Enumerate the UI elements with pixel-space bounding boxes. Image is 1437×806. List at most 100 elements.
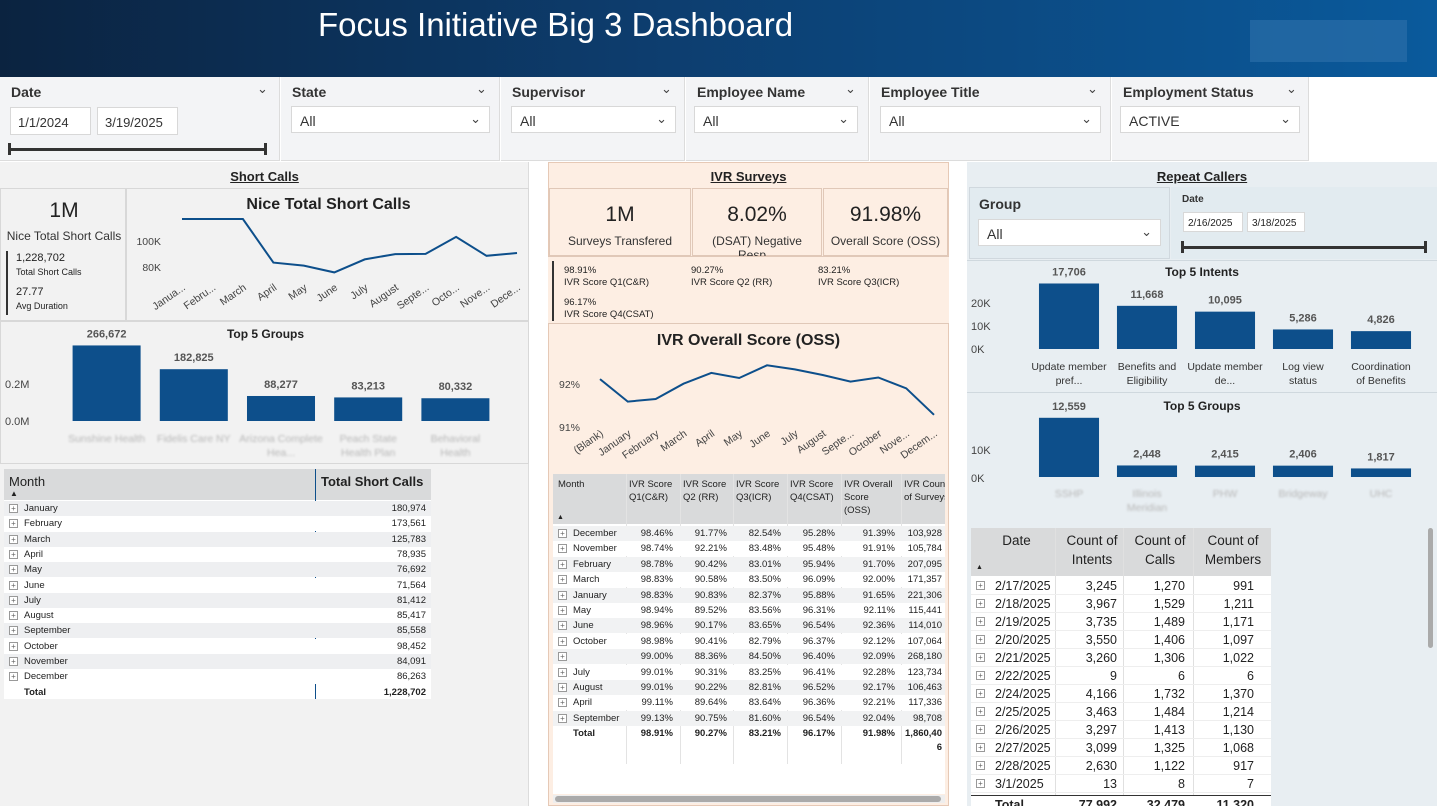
- table-row[interactable]: + December 98.46% 91.77% 82.54% 95.28% 91.39% 1…: [553, 526, 945, 541]
- employment-status-dropdown[interactable]: ACTIVE ⌄: [1120, 106, 1300, 133]
- expand-icon[interactable]: +: [9, 595, 18, 605]
- table-row[interactable]: +2/17/2025 3,245 1,270 991: [971, 577, 1271, 595]
- expand-icon[interactable]: +: [976, 743, 985, 752]
- expand-icon[interactable]: +: [976, 725, 985, 734]
- expand-icon[interactable]: +: [976, 617, 985, 626]
- table-row[interactable]: + May 98.94% 89.52% 83.56% 96.31% 92.11% 115,44…: [553, 603, 945, 618]
- expand-icon[interactable]: +: [9, 641, 18, 651]
- expand-icon[interactable]: +: [558, 544, 567, 554]
- scrollbar-thumb[interactable]: [555, 796, 941, 802]
- date-start-input[interactable]: 1/1/2024: [10, 107, 91, 135]
- column-header[interactable]: IVR Score Q2 (RR): [683, 478, 735, 504]
- sort-asc-icon[interactable]: ▲: [976, 564, 983, 571]
- expand-icon[interactable]: +: [558, 529, 567, 538]
- column-header[interactable]: IVR Score Q3(ICR): [736, 478, 788, 504]
- table-row[interactable]: + July 81,412: [4, 592, 431, 608]
- table-row[interactable]: + September 99.13% 90.75% 81.60% 96.54% 92.04%…: [553, 710, 945, 726]
- chevron-down-icon[interactable]: ⌄: [1087, 81, 1098, 97]
- slider-handle-start[interactable]: [8, 143, 11, 155]
- date-end-input[interactable]: 3/18/2025: [1247, 212, 1305, 232]
- table-row[interactable]: + August 85,417: [4, 608, 431, 624]
- group-dropdown[interactable]: All ⌄: [978, 219, 1161, 246]
- slider-handle-end[interactable]: [1424, 241, 1427, 253]
- chevron-down-icon[interactable]: ⌄: [661, 81, 672, 97]
- sort-asc-icon[interactable]: ▲: [10, 489, 18, 498]
- expand-icon[interactable]: +: [976, 779, 985, 788]
- table-row[interactable]: +2/24/2025 4,166 1,732 1,370: [971, 685, 1271, 703]
- chevron-down-icon[interactable]: ⌄: [257, 81, 268, 97]
- expand-icon[interactable]: +: [9, 672, 18, 682]
- table-row[interactable]: + May 76,692: [4, 562, 431, 578]
- date-range-slider[interactable]: [9, 148, 267, 151]
- column-header[interactable]: IVR Score Q4(CSAT): [790, 478, 842, 504]
- expand-icon[interactable]: +: [9, 504, 18, 513]
- column-header[interactable]: Count of Calls: [1125, 531, 1195, 569]
- employment-status-slicer[interactable]: Employment Status ⌄ ACTIVE ⌄: [1112, 77, 1309, 161]
- date-range-slider[interactable]: [1182, 246, 1427, 249]
- expand-icon[interactable]: +: [976, 671, 985, 680]
- expand-icon[interactable]: +: [558, 667, 567, 677]
- expand-icon[interactable]: +: [9, 565, 18, 575]
- horizontal-scrollbar[interactable]: [553, 795, 945, 803]
- table-row[interactable]: + February 173,561: [4, 516, 431, 532]
- date-end-input[interactable]: 3/19/2025: [97, 107, 178, 135]
- short-calls-table[interactable]: Month ▲ Total Short Calls + January 180,97…: [4, 469, 431, 699]
- column-header[interactable]: Count of Members: [1195, 531, 1271, 569]
- expand-icon[interactable]: +: [976, 581, 985, 590]
- expand-icon[interactable]: +: [9, 549, 18, 559]
- repeat-callers-table[interactable]: Date Count of Intents Count of Calls Count …: [971, 528, 1271, 806]
- table-row[interactable]: + November 98.74% 92.21% 83.48% 95.48% 91.91% 1…: [553, 541, 945, 557]
- expand-icon[interactable]: +: [558, 636, 567, 646]
- scrollbar-thumb[interactable]: [1428, 528, 1433, 648]
- table-row[interactable]: +2/27/2025 3,099 1,325 1,068: [971, 739, 1271, 757]
- column-header[interactable]: Count of Intents: [1057, 531, 1127, 569]
- expand-icon[interactable]: +: [976, 635, 985, 644]
- column-header[interactable]: IVR Score Q1(C&R): [629, 478, 681, 504]
- table-row[interactable]: + February 98.78% 90.42% 83.01% 95.94% 91.70% 2…: [553, 556, 945, 572]
- expand-icon[interactable]: +: [9, 519, 18, 529]
- slider-handle-start[interactable]: [1181, 241, 1184, 253]
- expand-icon[interactable]: +: [558, 652, 567, 662]
- table-row[interactable]: +2/22/2025 9 6 6: [971, 667, 1271, 685]
- expand-icon[interactable]: +: [558, 683, 567, 692]
- table-row[interactable]: + January 180,974: [4, 501, 431, 516]
- expand-icon[interactable]: +: [558, 590, 567, 600]
- expand-icon[interactable]: +: [976, 653, 985, 662]
- supervisor-dropdown[interactable]: All ⌄: [511, 106, 676, 133]
- expand-icon[interactable]: +: [558, 621, 567, 631]
- table-row[interactable]: + March 125,783: [4, 531, 431, 547]
- table-row[interactable]: + March 98.83% 90.58% 83.50% 96.09% 92.00% 171,…: [553, 572, 945, 588]
- expand-icon[interactable]: +: [9, 580, 18, 590]
- table-row[interactable]: + August 99.01% 90.22% 82.81% 96.52% 92.17% 106…: [553, 680, 945, 695]
- ivr-table[interactable]: Month IVR Score Q1(C&R) IVR Score Q2 (RR) I…: [553, 474, 945, 794]
- employee-name-dropdown[interactable]: All ⌄: [694, 106, 858, 133]
- table-row[interactable]: +2/25/2025 3,463 1,484 1,214: [971, 703, 1271, 721]
- group-slicer[interactable]: Group All ⌄: [969, 187, 1170, 259]
- table-row[interactable]: + June 98.96% 90.17% 83.65% 96.54% 92.36% 114,0…: [553, 618, 945, 634]
- table-row[interactable]: + December 86,263: [4, 669, 431, 685]
- slider-handle-end[interactable]: [264, 143, 267, 155]
- table-row[interactable]: +2/26/2025 3,297 1,413 1,130: [971, 721, 1271, 739]
- chevron-down-icon[interactable]: ⌄: [845, 81, 856, 97]
- employee-title-slicer[interactable]: Employee Title ⌄ All ⌄: [870, 77, 1111, 161]
- table-row[interactable]: + June 71,564: [4, 577, 431, 593]
- table-row[interactable]: +99.00% 88.36% 84.50% 96.40% 92.09% 268,180: [553, 649, 945, 665]
- expand-icon[interactable]: +: [558, 713, 567, 723]
- expand-icon[interactable]: +: [9, 657, 18, 666]
- table-row[interactable]: + January 98.83% 90.83% 82.37% 95.88% 91.65% 22…: [553, 587, 945, 603]
- column-header-month[interactable]: Month: [9, 474, 45, 489]
- expand-icon[interactable]: +: [558, 698, 567, 708]
- employee-name-slicer[interactable]: Employee Name ⌄ All ⌄: [686, 77, 869, 161]
- state-slicer[interactable]: State ⌄ All ⌄: [281, 77, 500, 161]
- expand-icon[interactable]: +: [558, 606, 567, 615]
- column-header[interactable]: Month: [558, 478, 618, 491]
- table-row[interactable]: + October 98.98% 90.41% 82.79% 96.37% 92.12% 10…: [553, 633, 945, 649]
- table-row[interactable]: +2/20/2025 3,550 1,406 1,097: [971, 631, 1271, 649]
- supervisor-slicer[interactable]: Supervisor ⌄ All ⌄: [501, 77, 685, 161]
- vertical-scrollbar[interactable]: [1427, 528, 1435, 798]
- table-row[interactable]: + October 98,452: [4, 638, 431, 654]
- date-slicer[interactable]: Date ⌄ 1/1/2024 3/19/2025: [0, 77, 280, 161]
- state-dropdown[interactable]: All ⌄: [291, 106, 490, 133]
- table-row[interactable]: +2/21/2025 3,260 1,306 1,022: [971, 649, 1271, 667]
- chevron-down-icon[interactable]: ⌄: [476, 81, 487, 97]
